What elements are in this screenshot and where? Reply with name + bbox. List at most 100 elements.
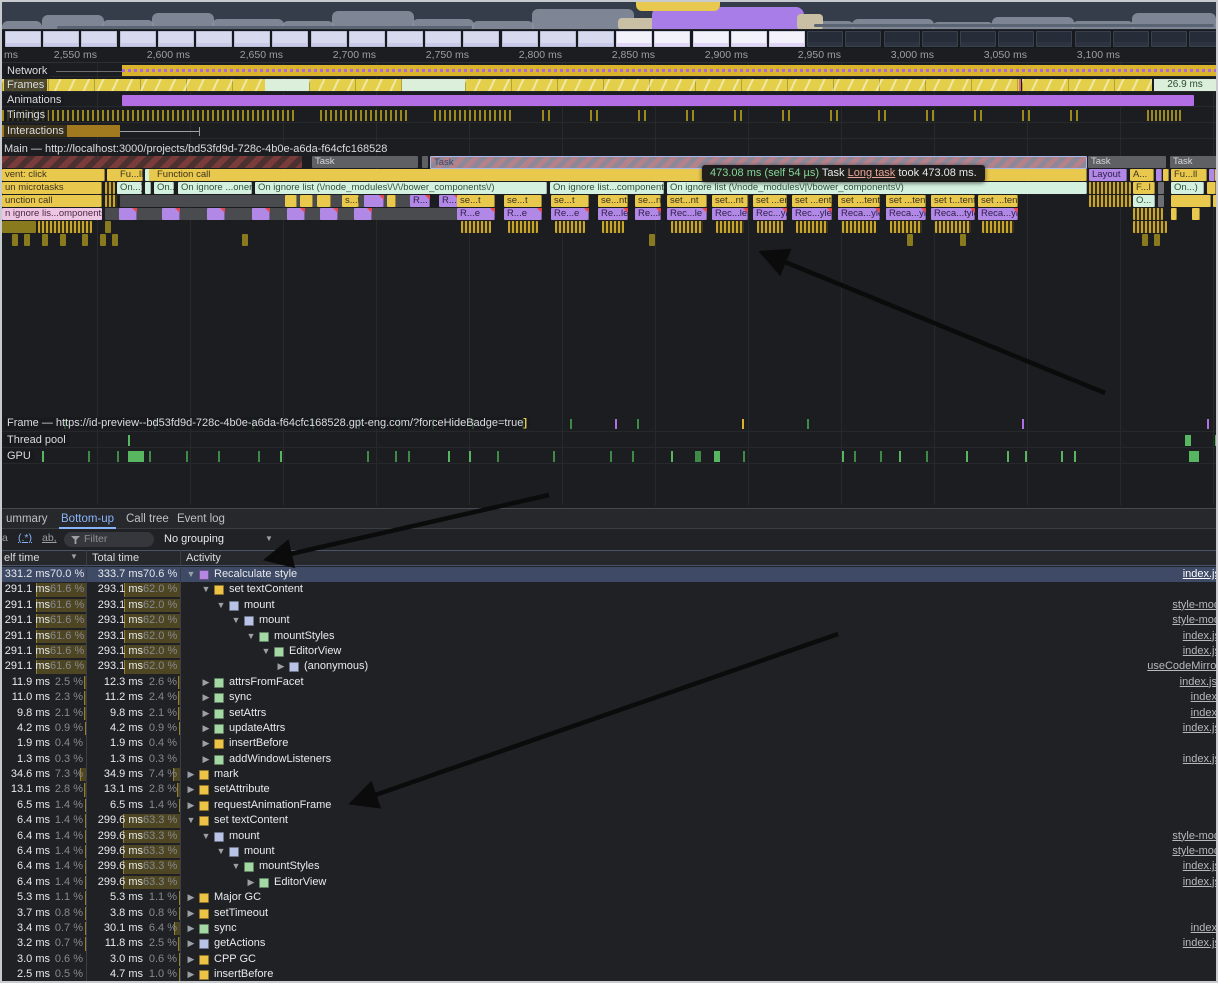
table-row[interactable]: 34.6 ms7.3 %34.9 ms7.4 %▶mark [2,767,1216,782]
flame-event-set-ent[interactable]: set ...ent [792,195,832,207]
source-link[interactable]: style-mod [1172,844,1216,859]
filmstrip-thumbnail[interactable] [234,31,270,47]
filmstrip-thumbnail[interactable] [5,31,41,47]
flame-bar[interactable] [42,234,48,246]
activity-label[interactable]: setAttrs [229,706,266,721]
cpu-overview-strip[interactable] [2,2,1216,30]
column-separator[interactable] [180,550,181,981]
filmstrip-thumbnail[interactable] [1151,31,1187,47]
flame-event-reca-yle[interactable]: Reca...yle [838,208,880,220]
expand-icon[interactable]: ▶ [201,690,211,705]
collapse-icon[interactable]: ▼ [201,582,211,597]
table-row[interactable]: 1.3 ms0.3 %1.3 ms0.3 %▶addWindowListener… [2,752,1216,767]
filmstrip-thumbnail[interactable] [502,31,538,47]
expand-icon[interactable]: ▶ [186,952,196,967]
collapse-icon[interactable]: ▼ [186,813,196,828]
source-link[interactable]: index. [1191,706,1216,721]
source-link[interactable]: index.js: [1180,675,1216,690]
table-row[interactable]: 6.4 ms1.4 %299.6 ms63.3 %▼mountstyle-mod [2,844,1216,859]
filmstrip-thumbnail[interactable] [540,31,576,47]
flame-event-reca-yle[interactable]: Reca...yle [978,208,1018,220]
track-gpu[interactable]: GPU [2,449,1216,464]
frame-duration-badge[interactable]: 26.9 ms [1154,79,1216,91]
filmstrip-thumbnail[interactable] [960,31,996,47]
main-thread-header[interactable]: Main — http://localhost:3000/projects/bd… [4,143,387,155]
table-row[interactable]: 331.2 ms70.0 %333.7 ms70.6 %▼Recalculate… [2,567,1216,582]
table-row[interactable]: 3.0 ms0.6 %3.0 ms0.6 %▶CPP GC [2,952,1216,967]
flame-bar[interactable] [105,195,117,207]
flame-bar[interactable] [105,208,463,220]
flame-event-task[interactable]: Task [312,156,418,168]
filter-input[interactable]: Filter [64,532,154,547]
expand-icon[interactable]: ▶ [186,890,196,905]
table-row[interactable]: 6.5 ms1.4 %6.5 ms1.4 %▶requestAnimationF… [2,798,1216,813]
track-frame[interactable]: Frame — https://id-preview--bd53fd9d-728… [2,416,1216,432]
flame-bar[interactable] [890,221,922,233]
filmstrip-thumbnail[interactable] [884,31,920,47]
expand-icon[interactable]: ▶ [186,798,196,813]
flame-event-on-[interactable]: On...) [154,182,174,194]
activity-label[interactable]: mount [244,598,275,613]
table-row[interactable]: 13.1 ms2.8 %13.1 ms2.8 %▶setAttribute [2,782,1216,797]
filmstrip-thumbnail[interactable] [1075,31,1111,47]
table-row[interactable]: 3.4 ms0.7 %30.1 ms6.4 %▶syncindex. [2,921,1216,936]
flame-event-fu-ll[interactable]: Fu...ll [1171,169,1207,181]
filmstrip-thumbnail[interactable] [349,31,385,47]
activity-label[interactable]: attrsFromFacet [229,675,304,690]
activity-label[interactable]: (anonymous) [304,659,368,674]
flame-bar[interactable] [842,221,876,233]
column-separator[interactable] [86,550,87,981]
flame-event-un-microtasks[interactable]: un microtasks [2,182,102,194]
flame-event-set-tent[interactable]: set ...tent [978,195,1018,207]
activity-label[interactable]: mountStyles [259,859,320,874]
flame-event-r-e[interactable]: R...e [457,208,495,220]
track-network[interactable]: Network [2,64,1216,77]
expand-icon[interactable]: ▶ [186,921,196,936]
flame-event-on-[interactable]: On...) [117,182,142,194]
table-row[interactable]: 6.4 ms1.4 %299.6 ms63.3 %▼set textConten… [2,813,1216,828]
source-link[interactable]: style-mod [1172,598,1216,613]
table-row[interactable]: 291.1 ms61.6 %293.1 ms62.0 %▼mountstyle-… [2,598,1216,613]
table-row[interactable]: 291.1 ms61.6 %293.1 ms62.0 %▼mountstyle-… [2,613,1216,628]
source-link[interactable]: index.js [1183,936,1216,951]
table-row[interactable]: 4.2 ms0.9 %4.2 ms0.9 %▶updateAttrsindex.… [2,721,1216,736]
table-row[interactable]: 5.3 ms1.1 %5.3 ms1.1 %▶Major GC [2,890,1216,905]
flame-event-on-ignore-list-node-modules-bower-components-[interactable]: On ignore list (\/node_modules\/\/\/bowe… [255,182,547,194]
idle-frame-segment[interactable] [265,79,309,91]
flame-event-set-tent[interactable]: set ...tent [886,195,926,207]
flame-bar[interactable] [105,221,111,233]
flame-event-re-le[interactable]: Re...le [635,208,661,220]
flame-bar[interactable] [907,234,913,246]
flame-event-layout[interactable]: Layout [1089,169,1127,181]
flame-event-a-[interactable]: A... [1130,169,1154,181]
collapse-icon[interactable]: ▼ [201,829,211,844]
flame-bar[interactable] [2,156,302,168]
flame-bar[interactable] [38,221,92,233]
flame-bar[interactable] [1133,221,1167,233]
track-interactions[interactable]: Interactions [2,124,1216,139]
flame-event-r-[interactable]: R... [410,195,430,207]
frame-segment[interactable] [1022,79,1152,91]
activity-label[interactable]: mount [229,829,260,844]
flame-bar[interactable] [119,208,137,220]
table-row[interactable]: 9.8 ms2.1 %9.8 ms2.1 %▶setAttrsindex. [2,706,1216,721]
col-self-time[interactable]: elf time [4,552,39,564]
flame-bar[interactable] [1089,195,1131,207]
flame-bar[interactable] [317,195,331,207]
flame-event-set-ent[interactable]: set ...ent [753,195,787,207]
expand-icon[interactable]: ▶ [276,659,286,674]
filmstrip-thumbnail[interactable] [693,31,729,47]
flame-event-task[interactable]: Task [1088,156,1166,168]
activity-label[interactable]: requestAnimationFrame [214,798,331,813]
flame-bar[interactable] [1089,182,1131,194]
flame-bar[interactable] [242,234,248,246]
filmstrip-thumbnail[interactable] [731,31,767,47]
flame-bar[interactable] [364,195,384,207]
filmstrip-thumbnail[interactable] [463,31,499,47]
flame-bar[interactable] [1158,195,1164,207]
grouping-select[interactable]: No grouping [164,533,224,545]
source-link[interactable]: index.js [1183,752,1216,767]
flame-bar[interactable] [716,221,744,233]
filmstrip-thumbnail[interactable] [425,31,461,47]
col-total-time[interactable]: Total time [92,552,139,564]
